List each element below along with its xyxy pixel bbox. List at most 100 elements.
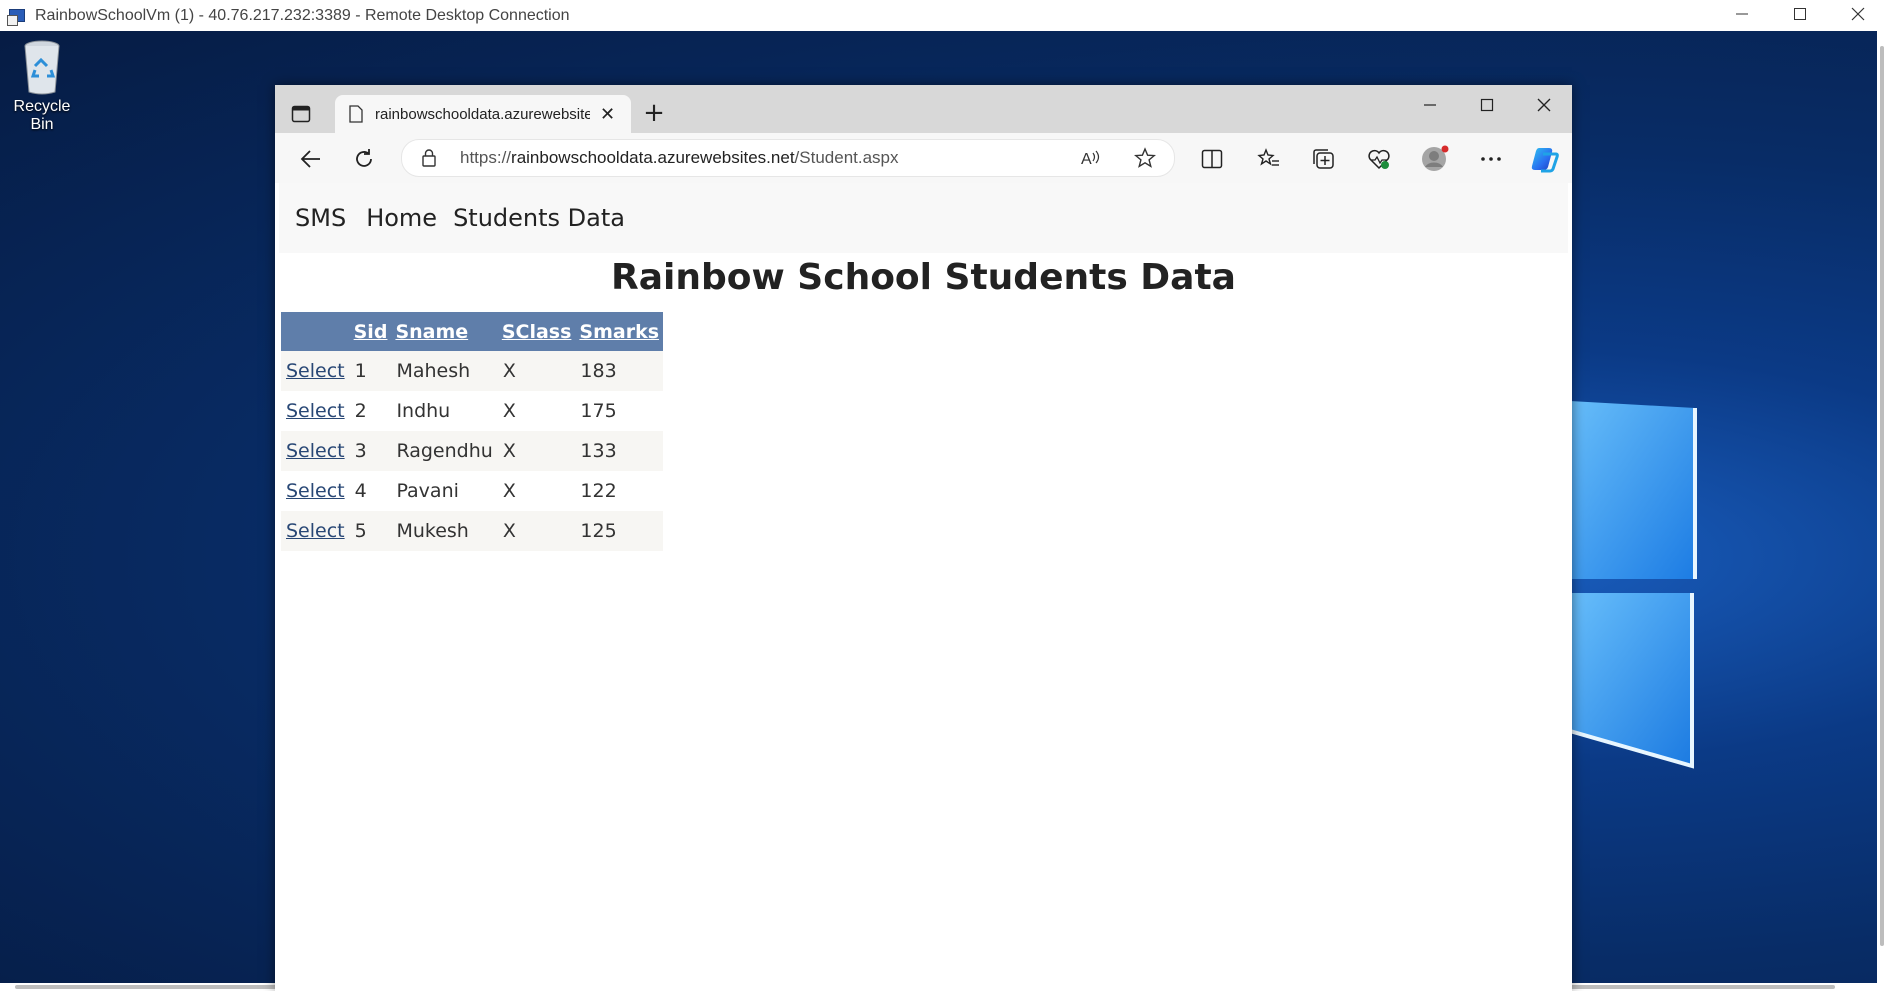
browser-close-button[interactable]	[1515, 85, 1572, 125]
tab-actions-button[interactable]	[285, 99, 317, 129]
favorites-list-icon	[1257, 148, 1279, 166]
profile-button[interactable]	[1418, 142, 1452, 176]
rdp-maximize-button[interactable]	[1771, 0, 1829, 28]
split-screen-icon	[1201, 149, 1223, 169]
select-link[interactable]: Select	[286, 480, 345, 502]
table-header-sname[interactable]: Sname	[391, 312, 498, 351]
minimize-icon	[1423, 104, 1436, 106]
select-link[interactable]: Select	[286, 400, 345, 422]
heart-pulse-icon	[1368, 149, 1390, 170]
browser-maximize-button[interactable]	[1458, 85, 1515, 125]
sort-sname-link[interactable]: Sname	[395, 321, 468, 343]
favorites-button[interactable]	[1252, 142, 1286, 176]
avatar-icon	[1422, 145, 1449, 171]
cell-sname: Pavani	[391, 471, 498, 511]
browser-tab-active[interactable]: rainbowschooldata.azurewebsites.net ✕	[335, 95, 631, 133]
browser-minimize-button[interactable]	[1401, 85, 1458, 125]
cell-smarks: 125	[575, 511, 664, 551]
cell-sname: Indhu	[391, 391, 498, 431]
select-link[interactable]: Select	[286, 360, 345, 382]
maximize-icon	[1480, 98, 1493, 112]
nav-home-link[interactable]: Home	[366, 204, 437, 232]
favorite-star-icon[interactable]	[1134, 147, 1156, 169]
students-grid: Sid Sname SClass Smarks Select 1 Mahesh …	[281, 312, 664, 551]
cell-sid: 2	[349, 391, 392, 431]
close-icon	[1851, 7, 1865, 21]
table-header-select	[281, 312, 350, 351]
web-page: SMS Home Students Data Rainbow School St…	[279, 183, 1568, 991]
new-tab-button[interactable]: +	[639, 99, 669, 129]
sort-sclass-link[interactable]: SClass	[502, 321, 572, 343]
table-row: Select 3 Ragendhu X 133	[281, 431, 664, 471]
cell-sname: Mahesh	[391, 351, 498, 391]
cell-smarks: 133	[575, 431, 664, 471]
svg-text:A: A	[1081, 151, 1092, 167]
table-row: Select 4 Pavani X 122	[281, 471, 664, 511]
browser-toolbar: https://rainbowschooldata.azurewebsites.…	[275, 133, 1572, 183]
tab-actions-icon	[291, 105, 311, 123]
remote-desktop-icon	[7, 7, 27, 26]
rdp-close-button[interactable]	[1829, 0, 1887, 28]
table-header-sclass[interactable]: SClass	[497, 312, 576, 351]
ellipsis-icon	[1481, 157, 1501, 161]
rdp-title-bar: RainbowSchoolVm (1) - 40.76.217.232:3389…	[0, 0, 1887, 31]
cell-sclass: X	[497, 471, 576, 511]
page-icon	[349, 105, 363, 123]
tab-strip: rainbowschooldata.azurewebsites.net ✕ +	[275, 85, 1572, 133]
sort-smarks-link[interactable]: Smarks	[579, 321, 659, 343]
close-icon	[1537, 98, 1550, 112]
select-link[interactable]: Select	[286, 440, 345, 462]
url-text: https://rainbowschooldata.azurewebsites.…	[460, 148, 899, 167]
windows-logo-light	[1570, 401, 1697, 769]
lock-icon[interactable]	[422, 149, 436, 167]
more-menu-button[interactable]	[1474, 142, 1508, 176]
copilot-button[interactable]	[1527, 142, 1561, 176]
nav-students-data-link[interactable]: Students Data	[453, 204, 625, 232]
page-title: Rainbow School Students Data	[611, 257, 1236, 298]
site-navbar: SMS Home Students Data	[279, 183, 1568, 253]
refresh-icon	[356, 149, 372, 167]
copilot-icon	[1531, 148, 1559, 173]
address-bar[interactable]: https://rainbowschooldata.azurewebsites.…	[401, 139, 1175, 177]
nav-brand-link[interactable]: SMS	[295, 204, 346, 232]
table-row: Select 1 Mahesh X 183	[281, 351, 664, 391]
cell-sid: 1	[349, 351, 392, 391]
table-header-smarks[interactable]: Smarks	[575, 312, 664, 351]
cell-smarks: 122	[575, 471, 664, 511]
edge-browser-window: rainbowschooldata.azurewebsites.net ✕ + …	[275, 85, 1572, 991]
cell-sclass: X	[497, 391, 576, 431]
maximize-icon	[1794, 8, 1806, 20]
cell-sid: 5	[349, 511, 392, 551]
cell-sname: Mukesh	[391, 511, 498, 551]
cell-smarks: 183	[575, 351, 664, 391]
cell-sid: 3	[349, 431, 392, 471]
cell-sclass: X	[497, 431, 576, 471]
cell-smarks: 175	[575, 391, 664, 431]
cell-sid: 4	[349, 471, 392, 511]
select-link[interactable]: Select	[286, 520, 345, 542]
split-screen-button[interactable]	[1195, 142, 1229, 176]
minimize-icon	[1736, 13, 1748, 15]
table-header-row: Sid Sname SClass Smarks	[281, 312, 664, 351]
read-aloud-icon[interactable]: A	[1080, 149, 1102, 167]
recycle-bin-icon	[17, 38, 67, 96]
refresh-button[interactable]	[347, 142, 381, 176]
tab-close-button[interactable]: ✕	[600, 104, 615, 125]
table-row: Select 5 Mukesh X 125	[281, 511, 664, 551]
recycle-bin-label: Recycle Bin	[13, 98, 71, 133]
recycle-bin[interactable]: Recycle Bin	[0, 38, 84, 134]
tab-title: rainbowschooldata.azurewebsites.net	[375, 105, 590, 123]
rdp-window-title: RainbowSchoolVm (1) - 40.76.217.232:3389…	[35, 6, 570, 24]
collections-icon	[1313, 149, 1334, 169]
cell-sname: Ragendhu	[391, 431, 498, 471]
back-arrow-icon	[300, 150, 320, 168]
collections-button[interactable]	[1307, 142, 1341, 176]
table-row: Select 2 Indhu X 175	[281, 391, 664, 431]
rdp-minimize-button[interactable]	[1713, 0, 1771, 28]
sort-sid-link[interactable]: Sid	[354, 321, 388, 343]
browser-essentials-button[interactable]	[1362, 142, 1396, 176]
cell-sclass: X	[497, 511, 576, 551]
table-header-sid[interactable]: Sid	[349, 312, 392, 351]
back-button[interactable]	[294, 142, 328, 176]
vertical-scrollbar[interactable]	[1877, 31, 1887, 987]
